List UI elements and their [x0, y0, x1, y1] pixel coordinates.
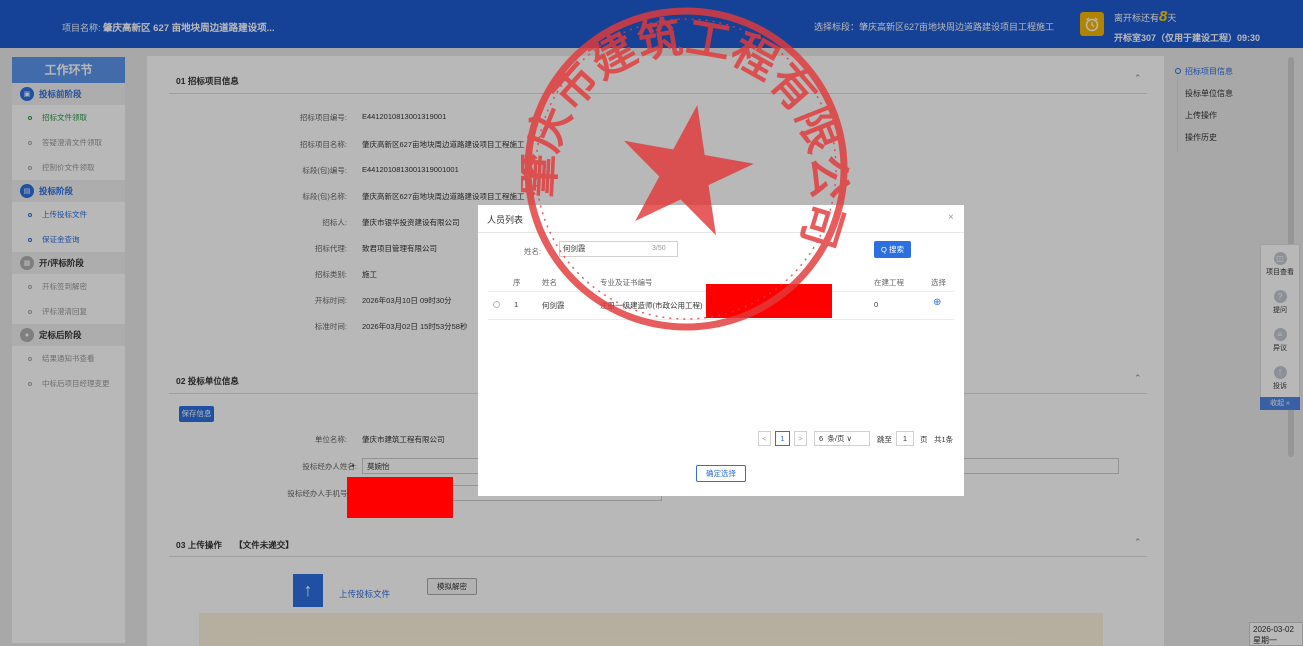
column-header: 序 — [513, 278, 521, 287]
goto-page-input[interactable]: 1 — [896, 431, 914, 446]
row-cert: 注册一级建造师(市政公用工程) — [600, 301, 703, 310]
search-button[interactable]: Q 搜索 — [874, 241, 911, 258]
name-char-count: 3/50 — [652, 245, 666, 252]
row-ongoing-projects: 0 — [874, 300, 879, 309]
row-name: 何剑霞 — [542, 301, 565, 310]
column-header: 姓名 — [542, 278, 557, 287]
current-page[interactable]: 1 — [775, 431, 790, 446]
row-radio[interactable] — [493, 301, 500, 308]
redaction-box — [706, 284, 832, 318]
goto-label: 跳至 — [877, 435, 892, 444]
page-size-select[interactable]: 6 条/页 ∨ — [814, 431, 870, 446]
page-unit: 页 — [920, 435, 928, 444]
column-header: 专业及证书编号 — [600, 278, 653, 287]
redaction-box — [347, 477, 453, 518]
dialog-title: 人员列表 — [487, 215, 524, 225]
next-page-button[interactable]: > — [794, 431, 807, 446]
personnel-list-dialog: 人员列表 × 姓名: 何剑霞 3/50 Q 搜索 序 姓名 专业及证书编号 在建… — [478, 205, 964, 496]
row-index: 1 — [514, 300, 519, 309]
close-icon[interactable]: × — [948, 212, 954, 223]
prev-page-button[interactable]: < — [758, 431, 771, 446]
total-count: 共1条 — [934, 435, 954, 444]
confirm-selection-button[interactable]: 确定选择 — [696, 465, 746, 482]
column-header: 选择 — [931, 278, 946, 287]
add-person-icon[interactable]: ⊕ — [933, 297, 941, 308]
name-filter-label: 姓名: — [524, 247, 542, 256]
column-header: 在建工程 — [874, 278, 904, 287]
